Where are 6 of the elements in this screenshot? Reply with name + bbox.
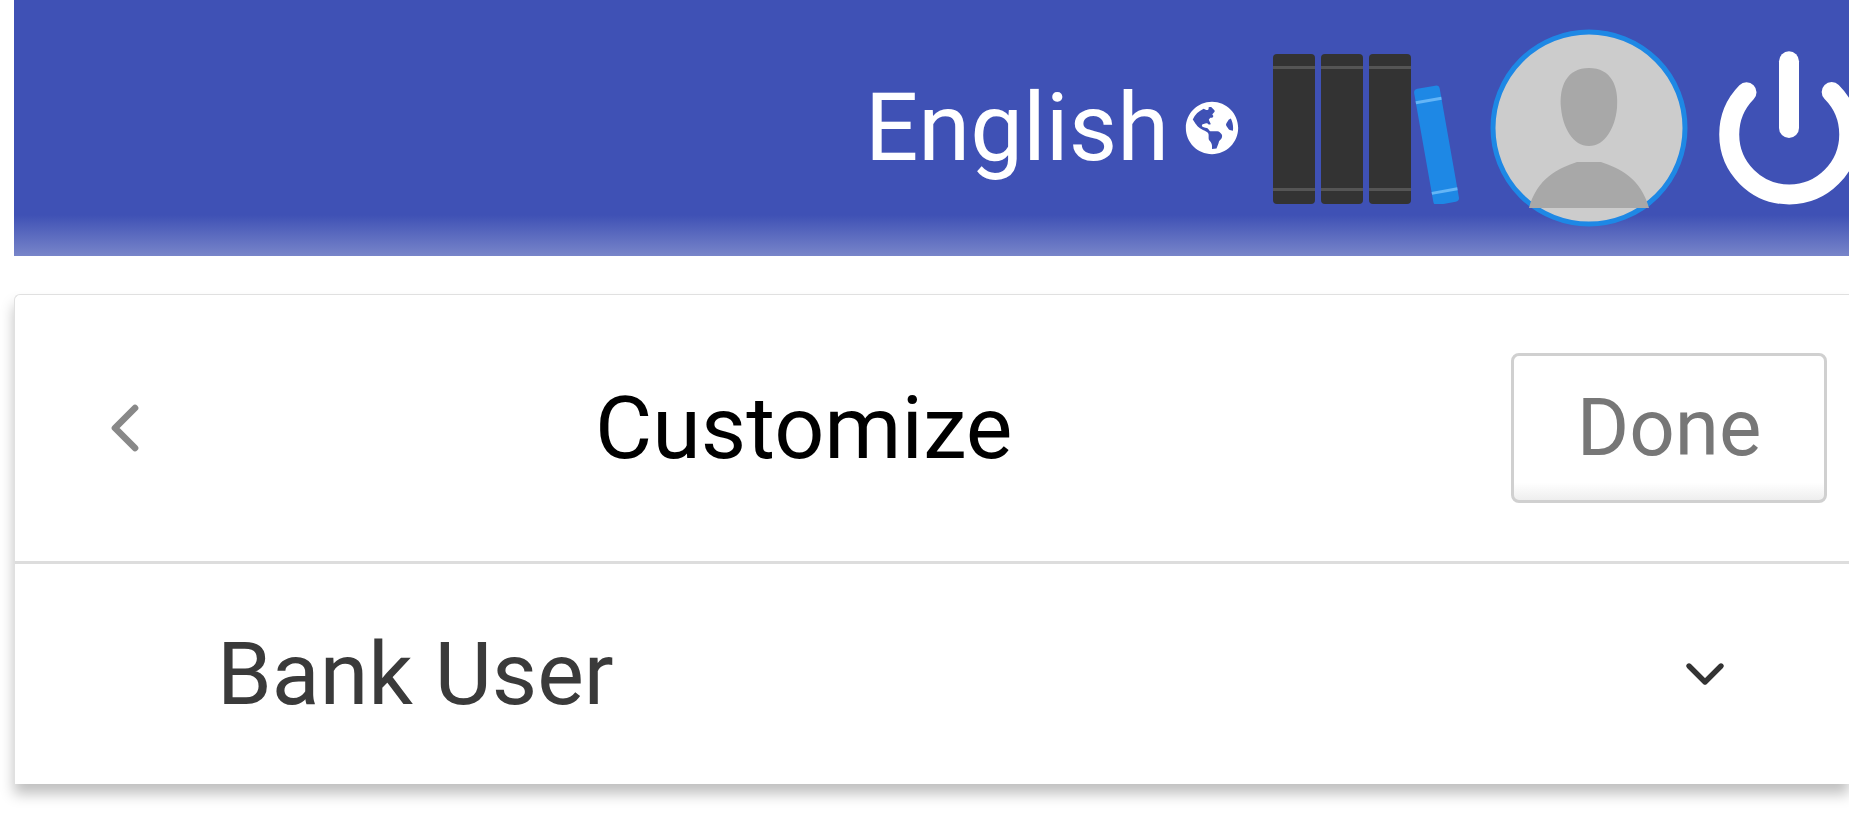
avatar-icon[interactable] [1489,28,1689,228]
panel-title: Customize [595,375,1013,481]
done-button[interactable]: Done [1511,353,1827,503]
language-label[interactable]: English [864,71,1169,185]
role-dropdown[interactable]: Bank User [15,564,1849,784]
globe-icon[interactable] [1185,101,1239,155]
